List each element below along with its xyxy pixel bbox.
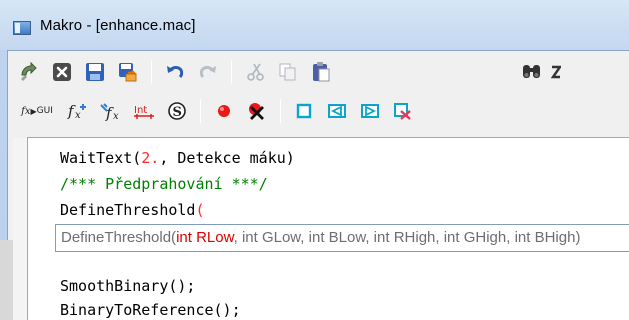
run-macro-button[interactable] [15,59,43,85]
record-button[interactable] [210,98,238,124]
parameter-hint-tooltip: DefineThreshold(int RLow, int GLow, int … [55,224,629,252]
macro-toolbar: fx ▶ GUI f x f x Int S [7,94,629,128]
stop-record-icon [249,103,264,120]
title-bar[interactable]: Makro - [enhance.mac] [0,0,629,50]
edit-function-button[interactable]: f x [97,98,125,124]
toolbar-separator [231,60,232,84]
step-forward-icon [361,104,379,118]
redo-button[interactable] [194,59,222,85]
close-button[interactable] [48,59,76,85]
window-title: Makro - [enhance.mac] [40,17,196,34]
tooltip-suffix: , int GLow, int BLow, int RHigh, int GHi… [233,229,581,246]
paste-button[interactable] [307,59,335,85]
tooltip-prefix: DefineThreshold( [61,229,177,246]
run-icon [21,61,37,81]
step-forward-button[interactable] [356,98,384,124]
tooltip-current-param: int RLow [176,229,234,246]
fx-gui-button[interactable]: fx ▶ GUI [15,98,59,124]
stop-record-button[interactable] [243,98,271,124]
open-paren: ( [195,201,205,219]
code-text: DefineThreshold [60,201,196,219]
close-icon [53,63,71,81]
save-icon [86,63,104,81]
clear-breakpoints-button[interactable] [389,98,417,124]
save-as-button[interactable] [114,59,142,85]
string-button[interactable]: S [163,98,191,124]
svg-text:x: x [75,110,81,121]
editor-gutter [13,138,27,320]
record-icon [218,105,230,117]
find-button[interactable] [518,59,546,85]
svg-text:S: S [173,105,182,120]
insert-function-button[interactable]: f x [64,98,92,124]
code-line-2[interactable]: /*** Předprahování ***/ [60,174,268,194]
code-text: , Detekce máku) [159,149,295,167]
step-back-button[interactable] [323,98,351,124]
string-icon: S [168,102,186,120]
toolbar-separator [280,99,281,123]
next-tool-button[interactable] [551,59,561,85]
svg-text:x: x [113,111,119,121]
insert-function-icon: f x [67,102,86,121]
find-icon [523,65,540,78]
code-text: WaitText( [60,149,142,167]
app-icon[interactable] [13,21,31,35]
integer-icon: Int [134,105,154,119]
fx-gui-fx-label: fx [21,105,31,117]
fx-gui-gui-label: GUI [36,106,53,116]
copy-button[interactable] [274,59,302,85]
save-button[interactable] [81,59,109,85]
copy-icon [279,63,296,81]
partial-icon [551,65,561,79]
redo-icon [199,66,216,79]
code-line-4[interactable]: SmoothBinary(); [60,276,195,296]
number-literal: 2. [141,149,160,167]
cut-icon [247,63,264,81]
undo-icon [167,66,184,79]
edit-function-icon: f x [100,103,119,121]
svg-text:Int: Int [134,105,147,116]
code-line-3[interactable]: DefineThreshold( [60,200,205,220]
integer-button[interactable]: Int [130,98,158,124]
save-as-icon [119,63,137,82]
clear-breakpoints-icon [394,103,411,120]
code-line-1[interactable]: WaitText(2., Detekce máku) [60,148,295,168]
step-back-icon [328,104,346,118]
paste-icon [313,62,330,82]
gutter-marker [0,240,13,320]
main-toolbar [7,55,629,89]
cut-button[interactable] [241,59,269,85]
toolbar-separator [200,99,201,123]
step-button[interactable] [290,98,318,124]
toolbar-separator [151,60,152,84]
code-line-5[interactable]: BinaryToReference(); [60,300,241,320]
step-icon [296,103,312,119]
undo-button[interactable] [161,59,189,85]
